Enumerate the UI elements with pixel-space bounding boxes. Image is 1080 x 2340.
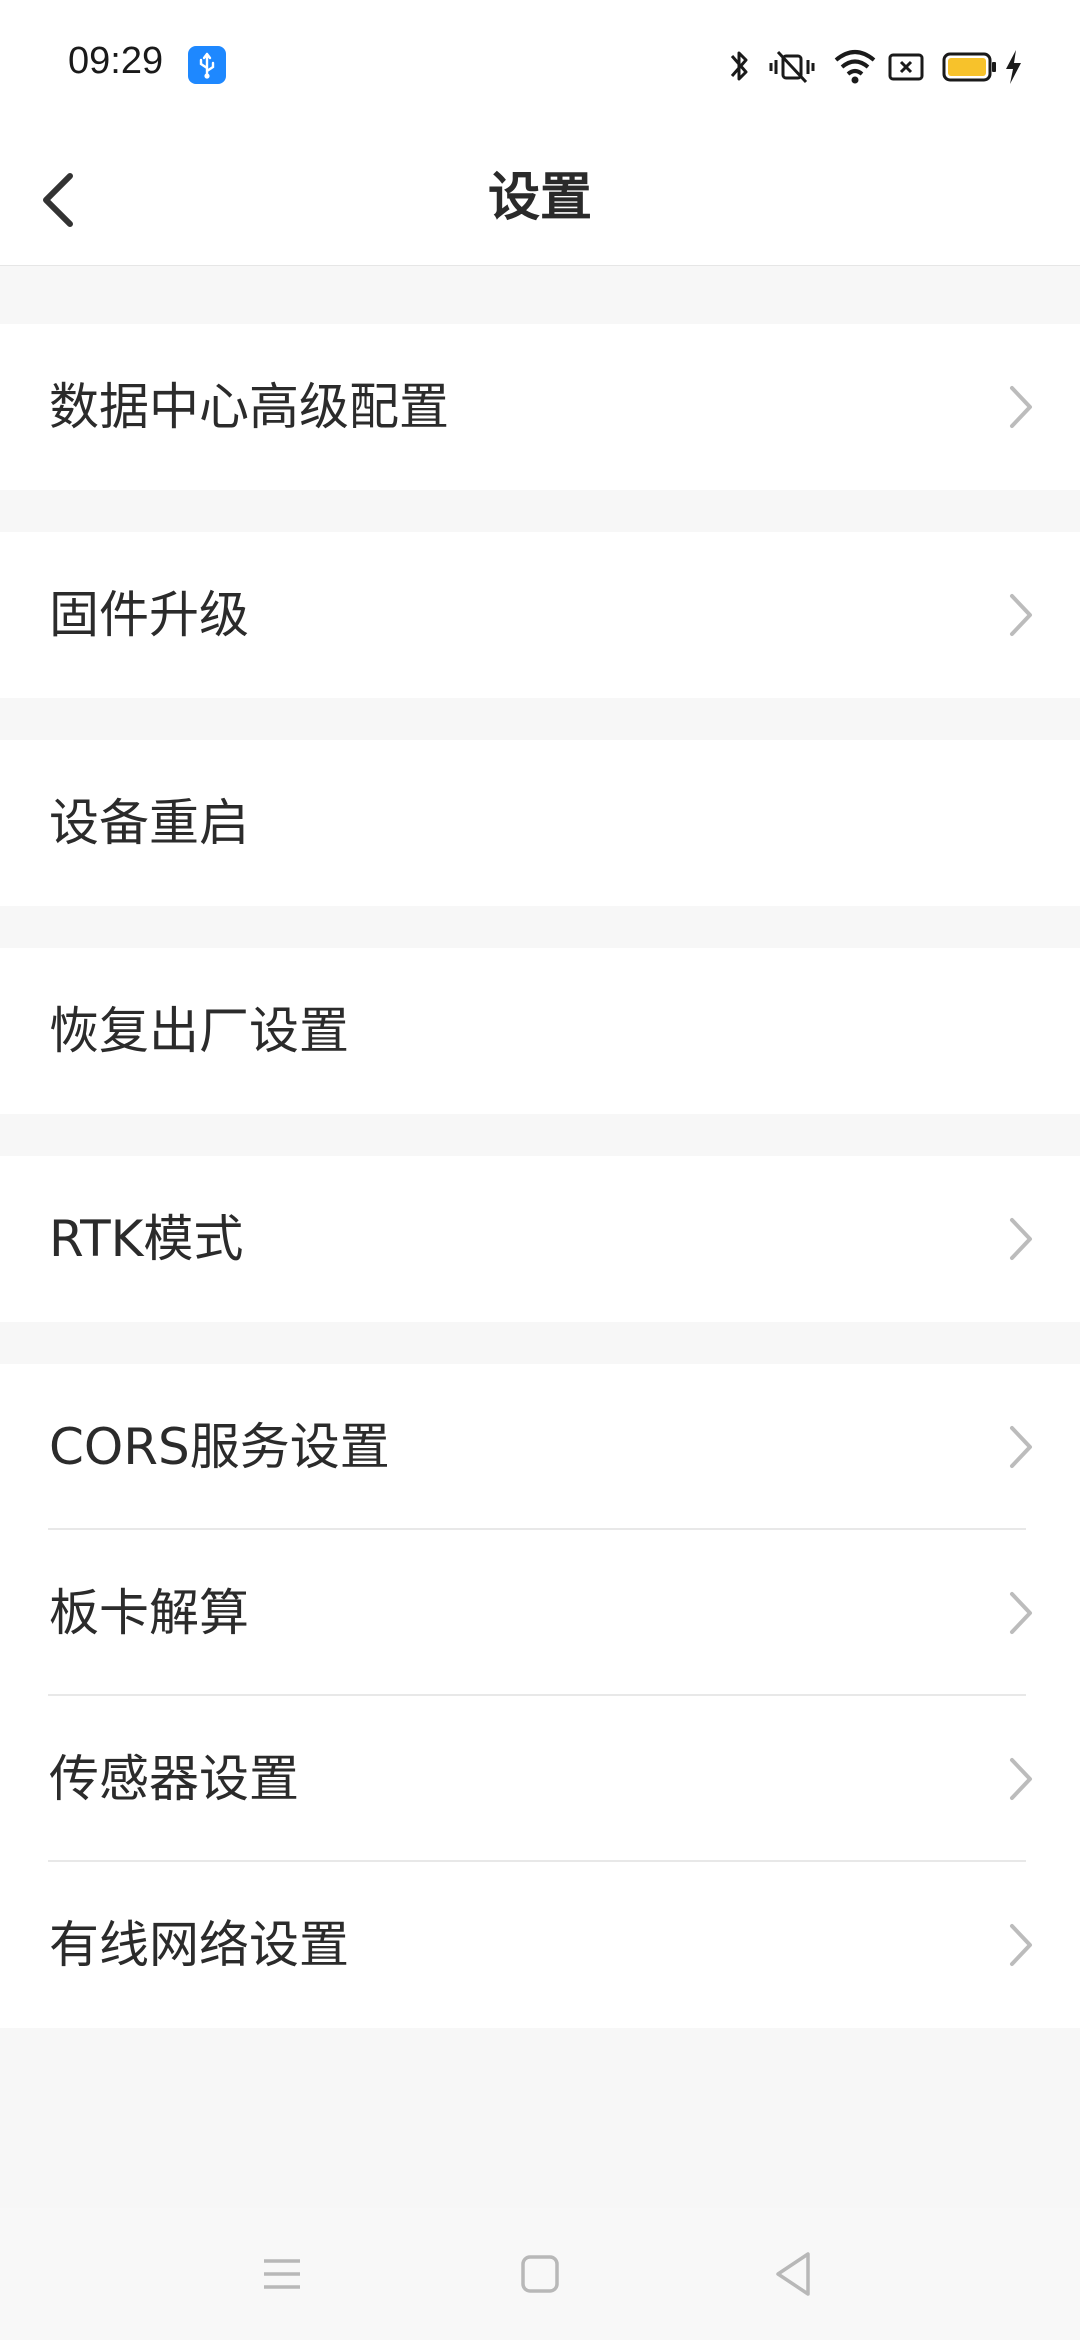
chevron-right-icon <box>1010 1218 1032 1260</box>
setting-device-restart[interactable]: 设备重启 <box>0 740 1080 906</box>
home-icon[interactable] <box>520 2246 560 2306</box>
wifi-icon <box>832 44 878 92</box>
menu-icon[interactable] <box>262 2246 302 2306</box>
setting-label: 传感器设置 <box>49 1750 299 1808</box>
chevron-right-icon <box>1010 1592 1032 1634</box>
setting-label: 板卡解算 <box>49 1584 249 1642</box>
bluetooth-icon <box>724 44 754 92</box>
setting-datacenter-advanced[interactable]: 数据中心高级配置 <box>0 324 1080 490</box>
chevron-right-icon <box>1010 594 1032 636</box>
system-nav-bar <box>0 2208 1080 2340</box>
page-title: 设置 <box>487 168 592 228</box>
setting-cors-service[interactable]: CORS服务设置 <box>0 1364 1080 1530</box>
setting-factory-reset[interactable]: 恢复出厂设置 <box>0 948 1080 1114</box>
settings-list: 数据中心高级配置 固件升级 设备重启 恢复出厂设置 RTK模式 CORS服务设置… <box>0 266 1080 2028</box>
chevron-right-icon <box>1010 1924 1032 1966</box>
setting-wired-network[interactable]: 有线网络设置 <box>0 1862 1080 2028</box>
chevron-right-icon <box>1010 1758 1032 1800</box>
setting-board-solution[interactable]: 板卡解算 <box>0 1530 1080 1696</box>
setting-label: 数据中心高级配置 <box>49 378 449 436</box>
chevron-right-icon <box>1010 386 1032 428</box>
usb-icon <box>188 46 226 84</box>
setting-label: RTK模式 <box>49 1210 244 1268</box>
sim-error-icon <box>886 44 926 92</box>
battery-icon <box>942 44 998 92</box>
charging-icon <box>1002 44 1024 92</box>
vibrate-mute-icon <box>766 44 818 92</box>
setting-label: 有线网络设置 <box>49 1916 349 1974</box>
setting-label: 设备重启 <box>49 794 249 852</box>
setting-label: 恢复出厂设置 <box>49 1002 349 1060</box>
setting-label: 固件升级 <box>49 586 249 644</box>
status-time: 09:29 <box>68 40 164 82</box>
status-bar: 09:29 <box>0 0 1080 132</box>
back-triangle-icon[interactable] <box>774 2246 814 2306</box>
setting-firmware-upgrade[interactable]: 固件升级 <box>0 532 1080 698</box>
setting-sensor[interactable]: 传感器设置 <box>0 1696 1080 1862</box>
setting-label: CORS服务设置 <box>49 1418 390 1476</box>
chevron-right-icon <box>1010 1426 1032 1468</box>
app-header: 设置 <box>0 132 1080 266</box>
setting-rtk-mode[interactable]: RTK模式 <box>0 1156 1080 1322</box>
